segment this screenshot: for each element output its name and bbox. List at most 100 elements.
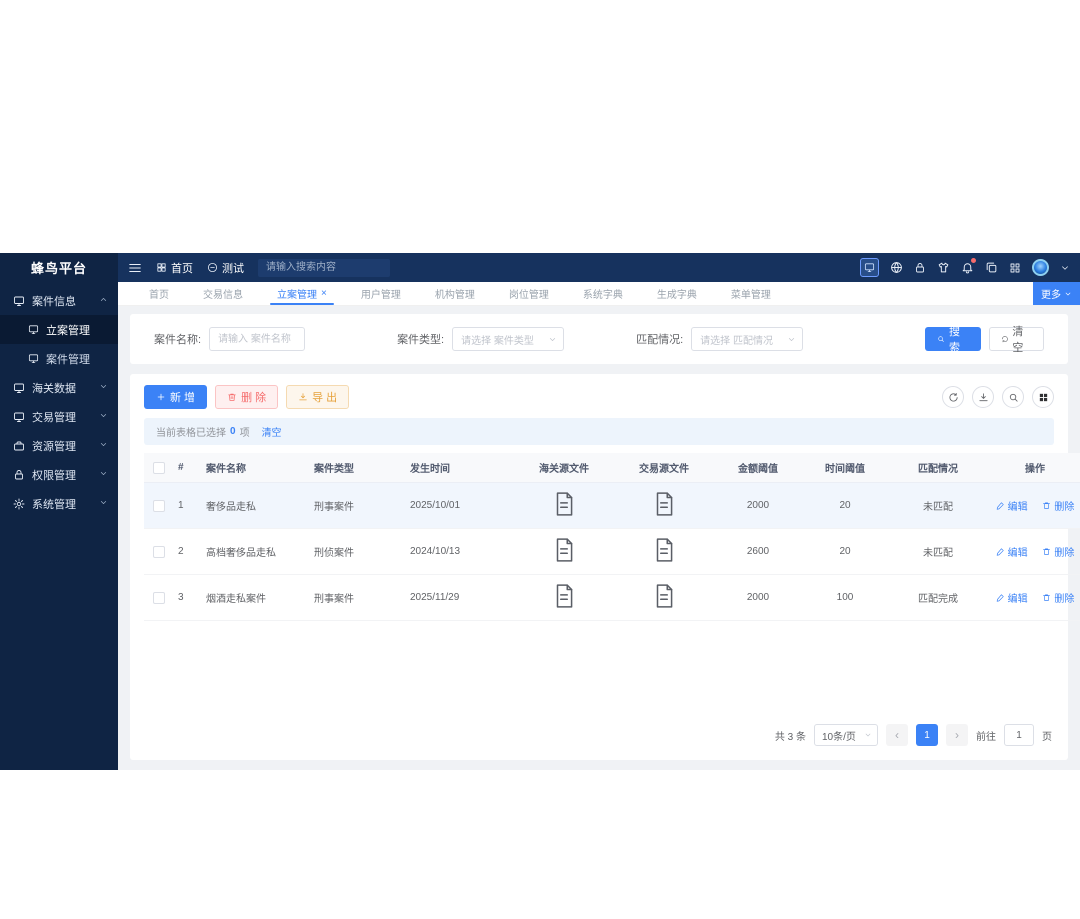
- layers-copy-icon[interactable]: [985, 261, 998, 274]
- document-icon[interactable]: [551, 583, 577, 609]
- next-page-button[interactable]: ›: [946, 724, 968, 746]
- filter-case-type-group: 案件类型: 请选择 案件类型: [397, 327, 565, 351]
- filter-buttons: 搜 索 清 空: [925, 326, 1044, 354]
- row-checkbox[interactable]: [153, 499, 165, 512]
- magnifier-icon[interactable]: [1002, 386, 1024, 408]
- tab-home[interactable]: 首页: [132, 282, 186, 305]
- hamburger-menu-icon[interactable]: [128, 261, 142, 275]
- tabs: 首页 交易信息 立案管理 × 用户管理 机构管理 岗位管理 系统字典 生成字典 …: [118, 282, 788, 305]
- sidebar-item-filing-management[interactable]: 立案管理: [0, 315, 118, 344]
- document-icon[interactable]: [551, 537, 577, 563]
- edit-link[interactable]: 编辑: [996, 544, 1028, 559]
- row-checkbox[interactable]: [153, 591, 165, 604]
- delete-link-label: 删除: [1054, 548, 1075, 559]
- table-row: 2 高档奢侈品走私 刑侦案件 2024/10/13 2600 20 未匹配 编辑: [144, 528, 1080, 575]
- cell-case-name: 高档奢侈品走私: [202, 528, 310, 575]
- match-status-select[interactable]: 请选择 匹配情况: [691, 327, 804, 351]
- tab-filing-management[interactable]: 立案管理 ×: [260, 282, 344, 305]
- case-name-input[interactable]: [209, 327, 306, 351]
- chevron-up-icon: [99, 295, 108, 307]
- tab-label: 交易信息: [203, 290, 243, 301]
- search-button[interactable]: 搜 索: [925, 326, 981, 354]
- monitor-icon: [28, 324, 39, 335]
- tab-post-management[interactable]: 岗位管理: [492, 282, 566, 305]
- download-icon[interactable]: [972, 386, 994, 408]
- topbar: 蜂鸟平台 首页 测试: [0, 253, 1080, 282]
- delete-button[interactable]: 删 除: [215, 385, 279, 409]
- monitor-toggle-icon[interactable]: [860, 258, 879, 277]
- case-type-select[interactable]: 请选择 案件类型: [452, 327, 565, 351]
- row-checkbox[interactable]: [153, 545, 165, 558]
- table-toolbar: 新 增 删 除 导 出: [130, 374, 1068, 418]
- lock-screen-icon[interactable]: [914, 262, 926, 274]
- refresh-icon[interactable]: [942, 386, 964, 408]
- case-name-label: 案件名称:: [154, 334, 202, 346]
- global-search-input[interactable]: [258, 258, 390, 277]
- document-icon[interactable]: [651, 583, 677, 609]
- selection-clear-link[interactable]: 清空: [262, 424, 282, 439]
- tab-org-management[interactable]: 机构管理: [418, 282, 492, 305]
- sidebar-item-resource-management[interactable]: 资源管理: [0, 431, 118, 460]
- add-button[interactable]: 新 增: [144, 385, 208, 409]
- column-settings-icon[interactable]: [1032, 386, 1054, 408]
- tab-label: 机构管理: [434, 290, 475, 301]
- tab-label: 首页: [149, 290, 169, 301]
- page-number-button[interactable]: 1: [916, 724, 938, 746]
- page-size-select[interactable]: 10条/页: [814, 724, 878, 746]
- col-date: 发生时间: [406, 453, 514, 483]
- tab-close-icon[interactable]: ×: [321, 288, 327, 299]
- tabs-more-button[interactable]: 更多: [1033, 282, 1080, 305]
- sidebar-item-label: 系统管理: [32, 498, 76, 511]
- delete-link[interactable]: 删除: [1042, 590, 1074, 605]
- tab-label: 用户管理: [360, 290, 401, 301]
- document-icon[interactable]: [651, 537, 677, 563]
- tab-system-dict[interactable]: 系统字典: [566, 282, 640, 305]
- delete-link[interactable]: 删除: [1042, 544, 1074, 559]
- user-avatar[interactable]: [1032, 259, 1049, 276]
- sidebar-item-case-management[interactable]: 案件管理: [0, 344, 118, 373]
- export-button[interactable]: 导 出: [286, 385, 350, 409]
- sidebar-item-label: 海关数据: [32, 382, 76, 395]
- theme-skin-icon[interactable]: [937, 261, 950, 274]
- user-menu-chevron-icon[interactable]: [1060, 263, 1070, 273]
- sidebar-item-trade-management[interactable]: 交易管理: [0, 402, 118, 431]
- edit-link[interactable]: 编辑: [996, 498, 1028, 513]
- goto-label: 前往: [976, 731, 996, 743]
- delete-link[interactable]: 删除: [1042, 498, 1074, 513]
- tab-menu-management[interactable]: 菜单管理: [714, 282, 788, 305]
- tab-trade-info[interactable]: 交易信息: [186, 282, 260, 305]
- chevron-down-icon: [99, 440, 108, 452]
- goto-page-input[interactable]: [1004, 724, 1034, 746]
- document-icon[interactable]: [551, 491, 577, 517]
- clear-button[interactable]: 清 空: [988, 326, 1044, 354]
- sidebar-item-permission-management[interactable]: 权限管理: [0, 460, 118, 489]
- tab-user-management[interactable]: 用户管理: [344, 282, 418, 305]
- top-menu-test[interactable]: 测试: [207, 260, 244, 276]
- edit-link[interactable]: 编辑: [996, 590, 1028, 605]
- sidebar-item-label: 案件信息: [32, 295, 76, 308]
- case-type-placeholder: 请选择 案件类型: [461, 335, 534, 347]
- select-all-checkbox[interactable]: [153, 461, 165, 474]
- sidebar-item-case-info[interactable]: 案件信息: [0, 286, 118, 315]
- circle-minus-icon: [207, 262, 218, 273]
- notification-badge-dot: [971, 258, 976, 263]
- search-button-label: 搜 索: [949, 326, 960, 354]
- notification-bell-icon[interactable]: [961, 258, 976, 274]
- sidebar-item-system-management[interactable]: 系统管理: [0, 489, 118, 518]
- cell-match-status: 匹配完成: [888, 574, 988, 621]
- language-globe-icon[interactable]: [890, 261, 903, 274]
- app-window: 蜂鸟平台 首页 测试 请输入搜索内容 案件信息 立案管理 案件管理 海关数据 交…: [0, 253, 1080, 770]
- monitor-icon: [13, 295, 25, 307]
- sidebar-item-customs-data[interactable]: 海关数据: [0, 373, 118, 402]
- prev-page-button[interactable]: ‹: [886, 724, 908, 746]
- tab-gen-dict[interactable]: 生成字典: [640, 282, 714, 305]
- cell-case-type: 刑事案件: [310, 482, 406, 529]
- document-icon[interactable]: [651, 491, 677, 517]
- apps-grid-icon[interactable]: [1009, 262, 1021, 274]
- top-menu-home[interactable]: 首页: [156, 260, 193, 276]
- col-case-type: 案件类型: [310, 453, 406, 483]
- tab-label: 菜单管理: [730, 290, 771, 301]
- cell-amount-threshold: 2000: [714, 574, 802, 621]
- cell-match-status: 未匹配: [888, 482, 988, 529]
- pagination: 共 3 条 10条/页 ‹ 1 › 前往 页: [130, 712, 1068, 760]
